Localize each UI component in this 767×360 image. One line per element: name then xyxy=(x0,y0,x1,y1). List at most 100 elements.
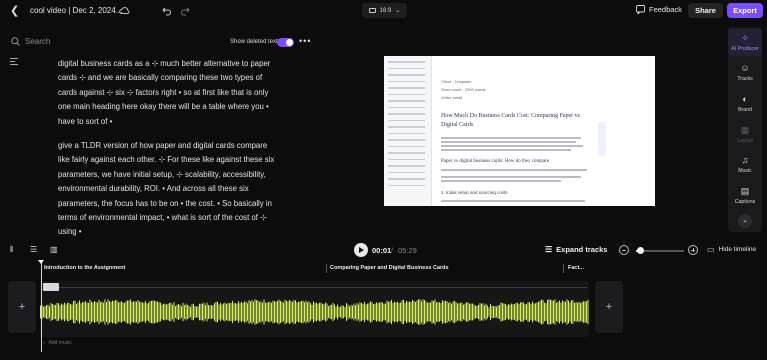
waveform-bar xyxy=(434,299,436,325)
expand-tracks-button[interactable]: ☰ Expand tracks xyxy=(545,245,607,254)
transcript-body[interactable]: digital business cards as a ⊹ much bette… xyxy=(58,57,280,250)
chapter-marker[interactable]: Fact... xyxy=(568,265,584,271)
book-icon[interactable]: ▥ xyxy=(50,245,60,255)
waveform-bar xyxy=(371,302,373,322)
waveform-bar xyxy=(146,303,148,321)
waveform-bar xyxy=(535,303,536,321)
zoom-in-button[interactable] xyxy=(688,245,698,255)
waveform-bar xyxy=(403,299,404,325)
waveform-bar xyxy=(445,300,446,324)
waveform-bar xyxy=(454,300,455,324)
waveform-bar xyxy=(443,301,445,323)
transcript-paragraph[interactable]: digital business cards as a ⊹ much bette… xyxy=(58,57,280,129)
waveform-bar xyxy=(43,306,44,318)
waveform-bar xyxy=(521,301,523,323)
waveform-bar xyxy=(332,302,334,322)
show-deleted-toggle[interactable] xyxy=(277,38,294,47)
rail-brand[interactable]: ◐ Brand xyxy=(728,94,762,113)
waveform-bar xyxy=(571,300,572,324)
search-input[interactable]: Search xyxy=(25,37,50,46)
waveform-bar xyxy=(223,303,224,321)
waveform-bar xyxy=(560,302,562,322)
waveform-bar xyxy=(413,300,415,324)
waveform-bar xyxy=(446,301,448,323)
export-button[interactable]: Export xyxy=(727,3,763,18)
cloud-sync-icon xyxy=(119,7,130,14)
video-preview[interactable]: Client - Unsplash Word count - 2000 word… xyxy=(384,56,655,206)
waveform-bar xyxy=(137,300,139,324)
preview-text-line xyxy=(441,141,576,143)
waveform-bar xyxy=(340,306,341,318)
split-icon[interactable]: ⫴ xyxy=(10,245,20,255)
waveform-bar xyxy=(520,302,521,322)
waveform-bar xyxy=(502,303,503,321)
transcript-paragraph[interactable]: give a TLDR version of how paper and dig… xyxy=(58,139,280,240)
aspect-ratio-dropdown[interactable]: 16:9 ⌄ xyxy=(362,3,407,18)
show-deleted-label: Show deleted text xyxy=(230,39,278,45)
chevron-down-icon[interactable]: ⌄ xyxy=(738,214,752,228)
add-before-button[interactable]: + xyxy=(8,281,36,333)
rail-music[interactable]: ♫ Music xyxy=(728,155,762,174)
waveform-bar xyxy=(263,299,265,325)
back-arrow-icon[interactable]: ❮ xyxy=(10,5,20,17)
more-options-icon[interactable]: ••• xyxy=(299,36,311,46)
waveform-bar xyxy=(302,300,304,324)
waveform-bar xyxy=(353,303,355,321)
redo-icon[interactable] xyxy=(180,5,190,17)
clip-tag[interactable] xyxy=(43,283,59,291)
waveform-bar xyxy=(421,301,422,323)
rail-layout[interactable]: ▦ Layout xyxy=(728,125,762,144)
waveform-bar xyxy=(257,300,259,324)
waveform-bar xyxy=(260,301,262,323)
add-music-button[interactable]: ♪ Add music xyxy=(43,340,72,346)
waveform-bar xyxy=(310,303,311,321)
waveform-bar xyxy=(385,303,386,321)
feedback-icon xyxy=(636,5,645,14)
audio-waveform[interactable] xyxy=(40,295,589,329)
feedback-button[interactable]: Feedback xyxy=(636,5,682,14)
playhead[interactable] xyxy=(38,260,44,352)
transcript-search[interactable]: Search xyxy=(11,37,50,46)
add-after-button[interactable]: + xyxy=(595,281,623,333)
waveform-bar xyxy=(547,299,548,325)
waveform-bar xyxy=(523,302,524,322)
chapter-marker[interactable]: Comparing Paper and Digital Business Car… xyxy=(330,265,449,271)
waveform-bar xyxy=(499,305,500,319)
waveform-bar xyxy=(538,301,539,323)
waveform-bar xyxy=(235,303,236,321)
waveform-bar xyxy=(88,302,89,322)
undo-icon[interactable] xyxy=(162,5,172,17)
waveform-bar xyxy=(422,299,424,325)
waveform-bar xyxy=(587,299,589,325)
waveform-bar xyxy=(224,302,226,322)
script-lines-icon[interactable] xyxy=(10,58,18,70)
waveform-bar xyxy=(244,301,245,323)
rail-ai-producer[interactable]: ✧ AI Producer xyxy=(728,29,762,56)
waveform-bar xyxy=(518,303,520,321)
waveform-bar xyxy=(437,302,439,322)
zoom-slider[interactable] xyxy=(636,247,684,254)
waveform-bar xyxy=(52,304,53,320)
waveform-bar xyxy=(424,299,425,325)
waveform-bar xyxy=(173,302,175,322)
waveform-bar xyxy=(167,303,169,321)
waveform-bar xyxy=(251,300,253,324)
play-button[interactable] xyxy=(354,243,368,257)
chapter-divider xyxy=(326,264,327,273)
hide-timeline-button[interactable]: ▭ Hide timeline xyxy=(707,245,756,254)
waveform-bar xyxy=(427,302,428,322)
waveform-bar xyxy=(233,303,235,321)
chapter-marker[interactable]: Introduction to the Assignment xyxy=(44,265,125,271)
waveform-bar xyxy=(245,301,247,323)
zoom-out-button[interactable] xyxy=(619,245,629,255)
waveform-bar xyxy=(299,301,301,323)
rail-captions[interactable]: ▤ Captions xyxy=(728,186,762,205)
waveform-bar xyxy=(442,300,443,324)
feedback-label: Feedback xyxy=(649,5,682,14)
share-button[interactable]: Share xyxy=(688,3,723,18)
preview-list-item: 1. Initial setup and sourcing costs xyxy=(441,190,508,195)
rail-tracks[interactable]: ☺ Tracks xyxy=(728,63,762,82)
list-icon[interactable]: ☰ xyxy=(30,245,40,255)
project-title[interactable]: cool video | Dec 2, 2024... xyxy=(30,6,122,15)
waveform-bar xyxy=(497,305,499,319)
